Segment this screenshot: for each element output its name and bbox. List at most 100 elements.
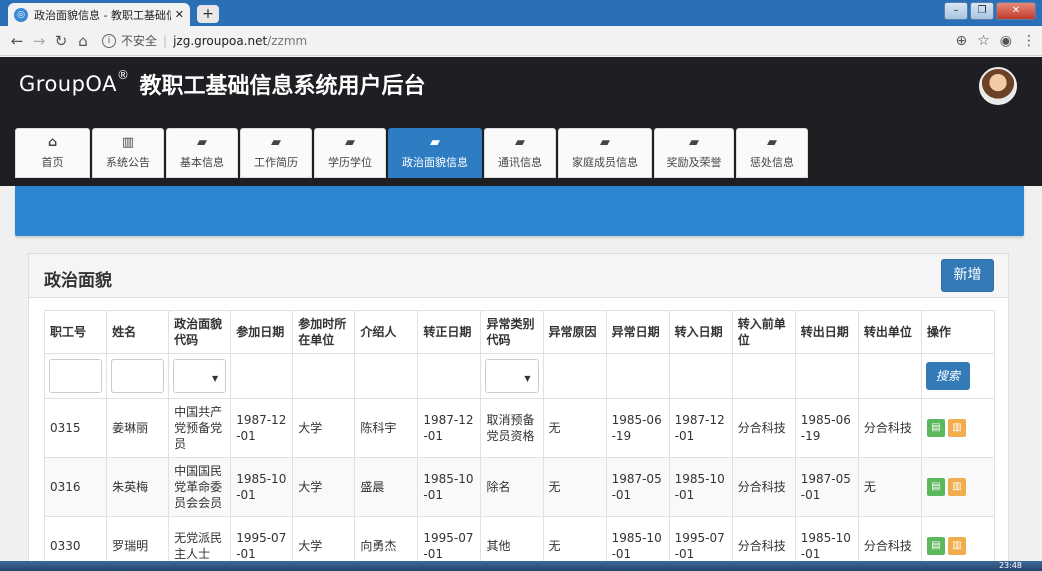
column-header: 转出日期	[794, 310, 859, 354]
url-field[interactable]: i 不安全 | jzg.groupoa.net /zzmm	[94, 30, 955, 52]
book-icon: ▰	[271, 135, 281, 150]
view-document-icon[interactable]: ▤	[926, 537, 945, 555]
url-host: jzg.groupoa.net	[173, 33, 268, 48]
table-cell: 1985-10-01	[230, 457, 294, 517]
nav-tab-label: 基本信息	[180, 156, 224, 169]
political-status-panel: 政治面貌 新增 职工号 姓名 政治面貌代码 参加日期 参加时所在单位 介绍人 转正日期 异常类…	[28, 253, 1009, 571]
column-header: 转入日期	[668, 310, 733, 354]
panel-title: 政治面貌	[44, 271, 112, 291]
logo-mark: ®	[116, 68, 130, 82]
home-button-icon[interactable]: ⌂	[72, 32, 94, 50]
avatar[interactable]	[979, 67, 1017, 105]
url-divider: |	[163, 33, 168, 48]
zoom-icon[interactable]: ⊕	[955, 33, 967, 49]
nav-tab-0[interactable]: ⌂ 首页	[15, 128, 90, 178]
table-cell: 大学	[292, 398, 356, 458]
nav-tab-9[interactable]: ▰ 惩处信息	[736, 128, 808, 178]
delete-trash-icon[interactable]: ▥	[947, 537, 966, 555]
caret-down-icon: ▼	[212, 374, 219, 383]
browser-tab[interactable]: ◎ 政治面貌信息 - 教职工基础信息系 ✕	[8, 3, 190, 26]
table-row: 0316 朱英梅 中国国民党革命委员会会员 1985-10-01 大学 盛晨 1985-10…	[43, 457, 996, 517]
view-document-icon[interactable]: ▤	[926, 478, 945, 496]
nav-tab-4[interactable]: ▰ 学历学位	[314, 128, 386, 178]
bookmark-star-icon[interactable]: ☆	[977, 33, 990, 49]
logo-text: GroupOA	[19, 72, 117, 96]
filter-cell	[605, 353, 670, 399]
nav-tab-1[interactable]: ▥ 系统公告	[92, 128, 164, 178]
filter-cell	[668, 353, 733, 399]
filter-cell: ▼	[168, 353, 232, 399]
nav-tab-label: 政治面貌信息	[402, 156, 468, 169]
book-icon: ▰	[345, 135, 355, 150]
book-icon: ▰	[600, 135, 610, 150]
back-icon[interactable]: ←	[6, 32, 28, 50]
nav-tabs: ⌂ 首页 ▥ 系统公告 ▰ 基本信息 ▰ 工作简历 ▰ 学历学位 ▰ 政治面貌信息 ▰ 通讯信息 ▰ 家庭成员…	[15, 128, 808, 178]
table-cell: 中国共产党预备党员	[168, 398, 232, 458]
restore-icon[interactable]: ❐	[970, 2, 994, 20]
add-button[interactable]: 新增	[941, 259, 994, 292]
new-tab-button[interactable]: +	[197, 5, 219, 23]
table-cell: 无	[857, 457, 922, 517]
table-cell: 盛晨	[354, 457, 419, 517]
nav-area: ⌂ 首页 ▥ 系统公告 ▰ 基本信息 ▰ 工作简历 ▰ 学历学位 ▰ 政治面貌信息 ▰ 通讯信息 ▰ 家庭成员…	[0, 111, 1042, 186]
nav-tab-label: 家庭成员信息	[572, 156, 638, 169]
column-header: 转正日期	[417, 310, 482, 354]
column-header: 异常日期	[605, 310, 670, 354]
nav-tab-label: 通讯信息	[498, 156, 542, 169]
nav-tab-label: 系统公告	[106, 156, 150, 169]
anomaly-code-filter-select[interactable]: ▼	[485, 359, 539, 393]
view-document-icon[interactable]: ▤	[926, 419, 945, 437]
table-cell: 取消预备党员资格	[480, 398, 544, 458]
book-icon: ▰	[197, 135, 207, 150]
political-code-filter-select[interactable]: ▼	[173, 359, 227, 393]
nav-tab-8[interactable]: ▰ 奖励及荣誉	[654, 128, 734, 178]
nav-tab-6[interactable]: ▰ 通讯信息	[484, 128, 556, 178]
account-icon[interactable]: ◉	[1000, 33, 1012, 49]
close-window-icon[interactable]: ✕	[996, 2, 1036, 20]
close-tab-icon[interactable]: ✕	[175, 8, 184, 21]
table-cell: 0315	[43, 398, 108, 458]
nav-tab-2[interactable]: ▰ 基本信息	[166, 128, 238, 178]
table-cell: 1987-05-01	[605, 457, 670, 517]
logo[interactable]: GroupOA®	[19, 68, 129, 96]
row-actions: ▤ ▥	[926, 419, 989, 437]
forward-icon[interactable]: →	[28, 32, 50, 50]
filter-cell: 搜索	[920, 353, 996, 399]
info-icon[interactable]: i	[102, 33, 116, 48]
caret-down-icon: ▼	[524, 374, 531, 383]
reload-icon[interactable]: ↻	[50, 32, 72, 50]
delete-trash-icon[interactable]: ▥	[947, 478, 966, 496]
nav-tab-5[interactable]: ▰ 政治面貌信息	[388, 128, 482, 178]
name-filter-input[interactable]	[111, 359, 165, 393]
filter-cell	[731, 353, 796, 399]
filter-cell	[542, 353, 607, 399]
column-header: 操作	[920, 310, 996, 354]
minimize-icon[interactable]: –	[944, 2, 968, 20]
app-header: GroupOA® 教职工基础信息系统用户后台	[0, 57, 1042, 111]
search-button[interactable]: 搜索	[925, 362, 970, 390]
column-header: 职工号	[43, 310, 108, 354]
delete-trash-icon[interactable]: ▥	[947, 419, 966, 437]
filter-cell	[106, 353, 170, 399]
filter-cell	[857, 353, 922, 399]
panel-header: 政治面貌 新增	[29, 254, 1008, 298]
security-label: 不安全	[121, 34, 158, 48]
data-table: 职工号 姓名 政治面貌代码 参加日期 参加时所在单位 介绍人 转正日期 异常类别代码 异常原因异…	[43, 310, 996, 571]
nav-tab-7[interactable]: ▰ 家庭成员信息	[558, 128, 652, 178]
table-header-row: 职工号 姓名 政治面貌代码 参加日期 参加时所在单位 介绍人 转正日期 异常类别代码 异常原因异…	[43, 310, 996, 354]
nav-tab-3[interactable]: ▰ 工作简历	[240, 128, 312, 178]
filter-cell	[230, 353, 294, 399]
filter-cell	[43, 353, 108, 399]
home-icon: ⌂	[47, 135, 58, 150]
more-menu-icon[interactable]: ⋮	[1022, 33, 1036, 49]
column-header: 转入前单位	[731, 310, 796, 354]
table-cell: 1987-12-01	[230, 398, 294, 458]
actions-cell: ▤ ▥	[920, 398, 996, 458]
staff-id-filter-input[interactable]	[49, 359, 103, 393]
nav-tab-label: 惩处信息	[750, 156, 794, 169]
column-header: 参加日期	[230, 310, 294, 354]
table-cell: 分合科技	[731, 457, 796, 517]
column-header: 姓名	[106, 310, 170, 354]
filter-cell	[417, 353, 482, 399]
table-cell: 除名	[480, 457, 544, 517]
